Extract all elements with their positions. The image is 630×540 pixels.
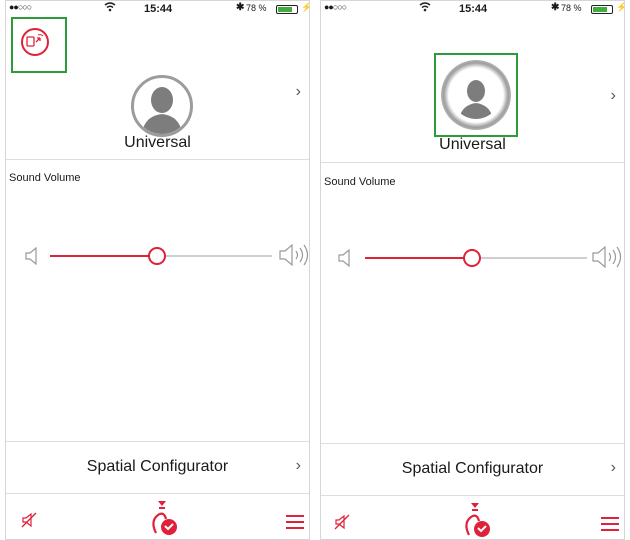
volume-slider[interactable] [365,249,587,267]
profile-avatar[interactable] [131,75,193,137]
sound-volume-label: Sound Volume [324,176,396,188]
phone-screen-left: ●●○○○ 15:44 ✱ 78 % ⚡ › Universal Sound V… [5,0,310,540]
hamburger-menu-icon[interactable] [286,514,304,535]
volume-slider-filled [365,257,472,259]
profile-name: Universal [124,134,191,151]
spatial-configurator-label: Spatial Configurator [401,460,544,477]
profile-chevron[interactable]: › [611,87,616,105]
status-bar: ●●○○○ 15:44 ✱ 78 % ⚡ [321,1,624,17]
bluetooth-icon: ✱ [551,2,560,13]
divider [321,495,624,496]
bolt-icon: ⚡ [301,2,309,13]
speaker-loud-icon [591,243,624,276]
hearing-aid-icon[interactable] [146,499,180,539]
signal-strength: ●●○○○ [324,2,347,12]
phone-connect-icon [26,33,44,52]
mute-slash-icon[interactable] [333,513,351,536]
signal-strength: ●●○○○ [9,2,32,12]
spatial-configurator-row[interactable]: Spatial Configurator › [6,442,309,492]
sound-volume-label: Sound Volume [9,172,81,184]
phone-screen-right: ●●○○○ 15:44 ✱ 78 % ⚡ › Universal Sound V… [320,0,625,540]
profile-avatar-wrap[interactable] [131,75,193,137]
status-bar: ●●○○○ 15:44 ✱ 78 % ⚡ [6,1,309,17]
volume-slider-track [157,255,272,257]
battery-percent: 78 % [246,3,267,13]
hamburger-menu-icon[interactable] [601,516,619,537]
volume-slider-thumb[interactable] [148,247,166,265]
battery-level-fill [278,7,293,12]
profile-avatar-wrap[interactable] [441,60,511,130]
volume-slider[interactable] [50,247,272,265]
divider [6,159,309,160]
battery-icon [591,5,613,14]
speaker-mute-icon [337,248,353,273]
phone-connect-button[interactable] [21,28,49,56]
speaker-mute-icon [24,246,40,271]
volume-slider-track [472,257,587,259]
mute-slash-icon[interactable] [20,511,38,534]
bolt-icon: ⚡ [616,2,624,13]
bluetooth-icon: ✱ [236,2,245,13]
divider [321,162,624,163]
profile-name: Universal [439,136,506,153]
status-time: 15:44 [459,3,488,15]
volume-slider-filled [50,255,157,257]
spatial-configurator-chevron[interactable]: › [611,459,616,477]
volume-slider-thumb[interactable] [463,249,481,267]
divider [6,493,309,494]
spatial-configurator-label: Spatial Configurator [86,458,229,475]
hearing-aid-icon[interactable] [459,501,493,539]
profile-chevron[interactable]: › [296,83,301,101]
battery-percent: 78 % [561,3,582,13]
status-time: 15:44 [144,3,173,15]
spatial-configurator-chevron[interactable]: › [296,457,301,475]
wifi-icon [419,1,431,16]
battery-icon [276,5,298,14]
battery-level-fill [593,7,608,12]
profile-avatar[interactable] [441,60,511,130]
spatial-configurator-row[interactable]: Spatial Configurator › [321,444,624,494]
wifi-icon [104,1,116,16]
speaker-loud-icon [278,241,309,274]
